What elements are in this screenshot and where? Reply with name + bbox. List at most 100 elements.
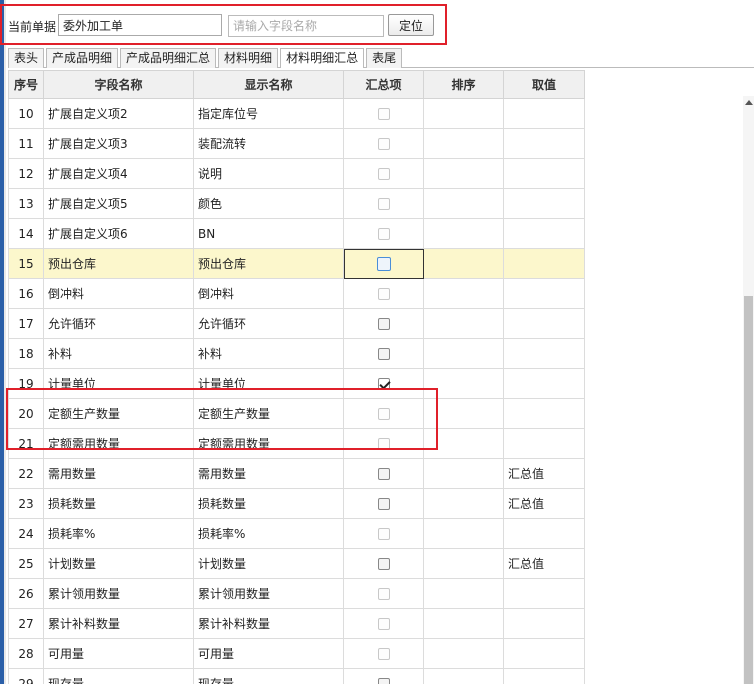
display-name-cell: 计划数量 [193,548,344,579]
summary-checkbox[interactable] [377,618,390,630]
summary-cell [343,218,424,249]
table-row[interactable]: 20 定额生产数量 定额生产数量 [8,398,585,429]
display-name-cell: 损耗数量 [193,488,344,519]
value-cell [503,98,585,129]
summary-checkbox[interactable] [377,378,390,390]
row-index: 20 [8,398,44,429]
summary-cell [343,398,424,429]
row-index: 24 [8,518,44,549]
sort-cell [423,248,504,279]
sort-cell [423,518,504,549]
summary-checkbox[interactable] [377,318,390,330]
display-name-cell: 定额需用数量 [193,428,344,459]
summary-checkbox[interactable] [377,468,390,480]
summary-checkbox[interactable] [377,558,390,570]
current-document-label: 当前单据 [8,20,57,34]
summary-checkbox[interactable] [377,348,390,360]
value-cell [503,218,585,249]
tab-0[interactable]: 表头 [8,48,45,68]
summary-checkbox[interactable] [376,256,391,271]
value-cell [503,368,585,399]
locate-button[interactable]: 定位 [388,14,434,36]
summary-checkbox[interactable] [377,588,390,600]
tab-5[interactable]: 表尾 [366,48,403,68]
summary-cell [343,608,424,639]
table-row[interactable]: 11 扩展自定义项3 装配流转 [8,128,585,159]
display-name-cell: 预出仓库 [193,248,344,279]
summary-cell [343,308,424,339]
display-name-cell: 颜色 [193,188,344,219]
sort-cell [423,308,504,339]
row-index: 27 [8,608,44,639]
field-settings-table: 序号 字段名称 显示名称 汇总项 排序 取值 10 扩展自定义项2 指定库位号 11 扩… [8,70,585,684]
value-cell [503,668,585,684]
sort-cell [423,578,504,609]
value-cell [503,638,585,669]
tab-2[interactable]: 产成品明细汇总 [120,48,217,68]
row-index: 25 [8,548,44,579]
table-row[interactable]: 23 损耗数量 损耗数量 汇总值 [8,488,585,519]
scrollbar-thumb[interactable] [744,296,753,684]
summary-cell [343,428,424,459]
summary-checkbox[interactable] [377,198,390,210]
summary-checkbox[interactable] [377,678,390,684]
row-index: 29 [8,668,44,684]
table-row[interactable]: 17 允许循环 允许循环 [8,308,585,339]
summary-checkbox[interactable] [377,408,390,420]
sort-cell [423,188,504,219]
field-name-cell: 损耗率% [43,518,194,549]
summary-checkbox[interactable] [377,108,390,120]
field-name-cell: 定额需用数量 [43,428,194,459]
summary-checkbox[interactable] [377,438,390,450]
table-row[interactable]: 16 倒冲料 倒冲料 [8,278,585,309]
value-cell [503,278,585,309]
field-name-search-input[interactable] [228,15,384,37]
field-grid-container: 序号 字段名称 显示名称 汇总项 排序 取值 10 扩展自定义项2 指定库位号 11 扩… [8,70,743,684]
table-row[interactable]: 10 扩展自定义项2 指定库位号 [8,98,585,129]
current-document-field[interactable] [58,14,222,36]
value-cell [503,308,585,339]
tab-4[interactable]: 材料明细汇总 [280,48,365,68]
summary-checkbox[interactable] [377,168,390,180]
table-row[interactable]: 21 定额需用数量 定额需用数量 [8,428,585,459]
scroll-up-arrow-icon[interactable] [743,96,754,108]
summary-checkbox[interactable] [377,498,390,510]
table-row[interactable]: 15 预出仓库 预出仓库 [8,248,585,279]
summary-checkbox[interactable] [377,528,390,540]
vertical-scrollbar[interactable] [743,96,754,684]
summary-checkbox[interactable] [377,138,390,150]
summary-checkbox[interactable] [377,648,390,660]
table-row[interactable]: 14 扩展自定义项6 BN [8,218,585,249]
table-row[interactable]: 25 计划数量 计划数量 汇总值 [8,548,585,579]
table-row[interactable]: 26 累计领用数量 累计领用数量 [8,578,585,609]
sort-cell [423,218,504,249]
tab-1[interactable]: 产成品明细 [46,48,119,68]
table-row[interactable]: 22 需用数量 需用数量 汇总值 [8,458,585,489]
summary-cell [343,458,424,489]
summary-cell [343,578,424,609]
summary-cell [343,248,424,279]
sort-cell [423,338,504,369]
field-name-cell: 损耗数量 [43,488,194,519]
field-name-cell: 计量单位 [43,368,194,399]
sort-cell [423,278,504,309]
table-row[interactable]: 28 可用量 可用量 [8,638,585,669]
summary-checkbox[interactable] [377,228,390,240]
sort-cell [423,368,504,399]
summary-cell [343,368,424,399]
summary-cell [343,128,424,159]
summary-cell [343,188,424,219]
summary-cell [343,278,424,309]
table-row[interactable]: 24 损耗率% 损耗率% [8,518,585,549]
value-cell [503,128,585,159]
table-row[interactable]: 29 现存量 现存量 [8,668,585,684]
table-row[interactable]: 19 计量单位 计量单位 [8,368,585,399]
table-row[interactable]: 12 扩展自定义项4 说明 [8,158,585,189]
table-row[interactable]: 18 补料 补料 [8,338,585,369]
table-row[interactable]: 13 扩展自定义项5 颜色 [8,188,585,219]
column-header-value: 取值 [503,70,585,99]
summary-checkbox[interactable] [377,288,390,300]
sort-cell [423,458,504,489]
tab-3[interactable]: 材料明细 [218,48,279,68]
table-row[interactable]: 27 累计补料数量 累计补料数量 [8,608,585,639]
